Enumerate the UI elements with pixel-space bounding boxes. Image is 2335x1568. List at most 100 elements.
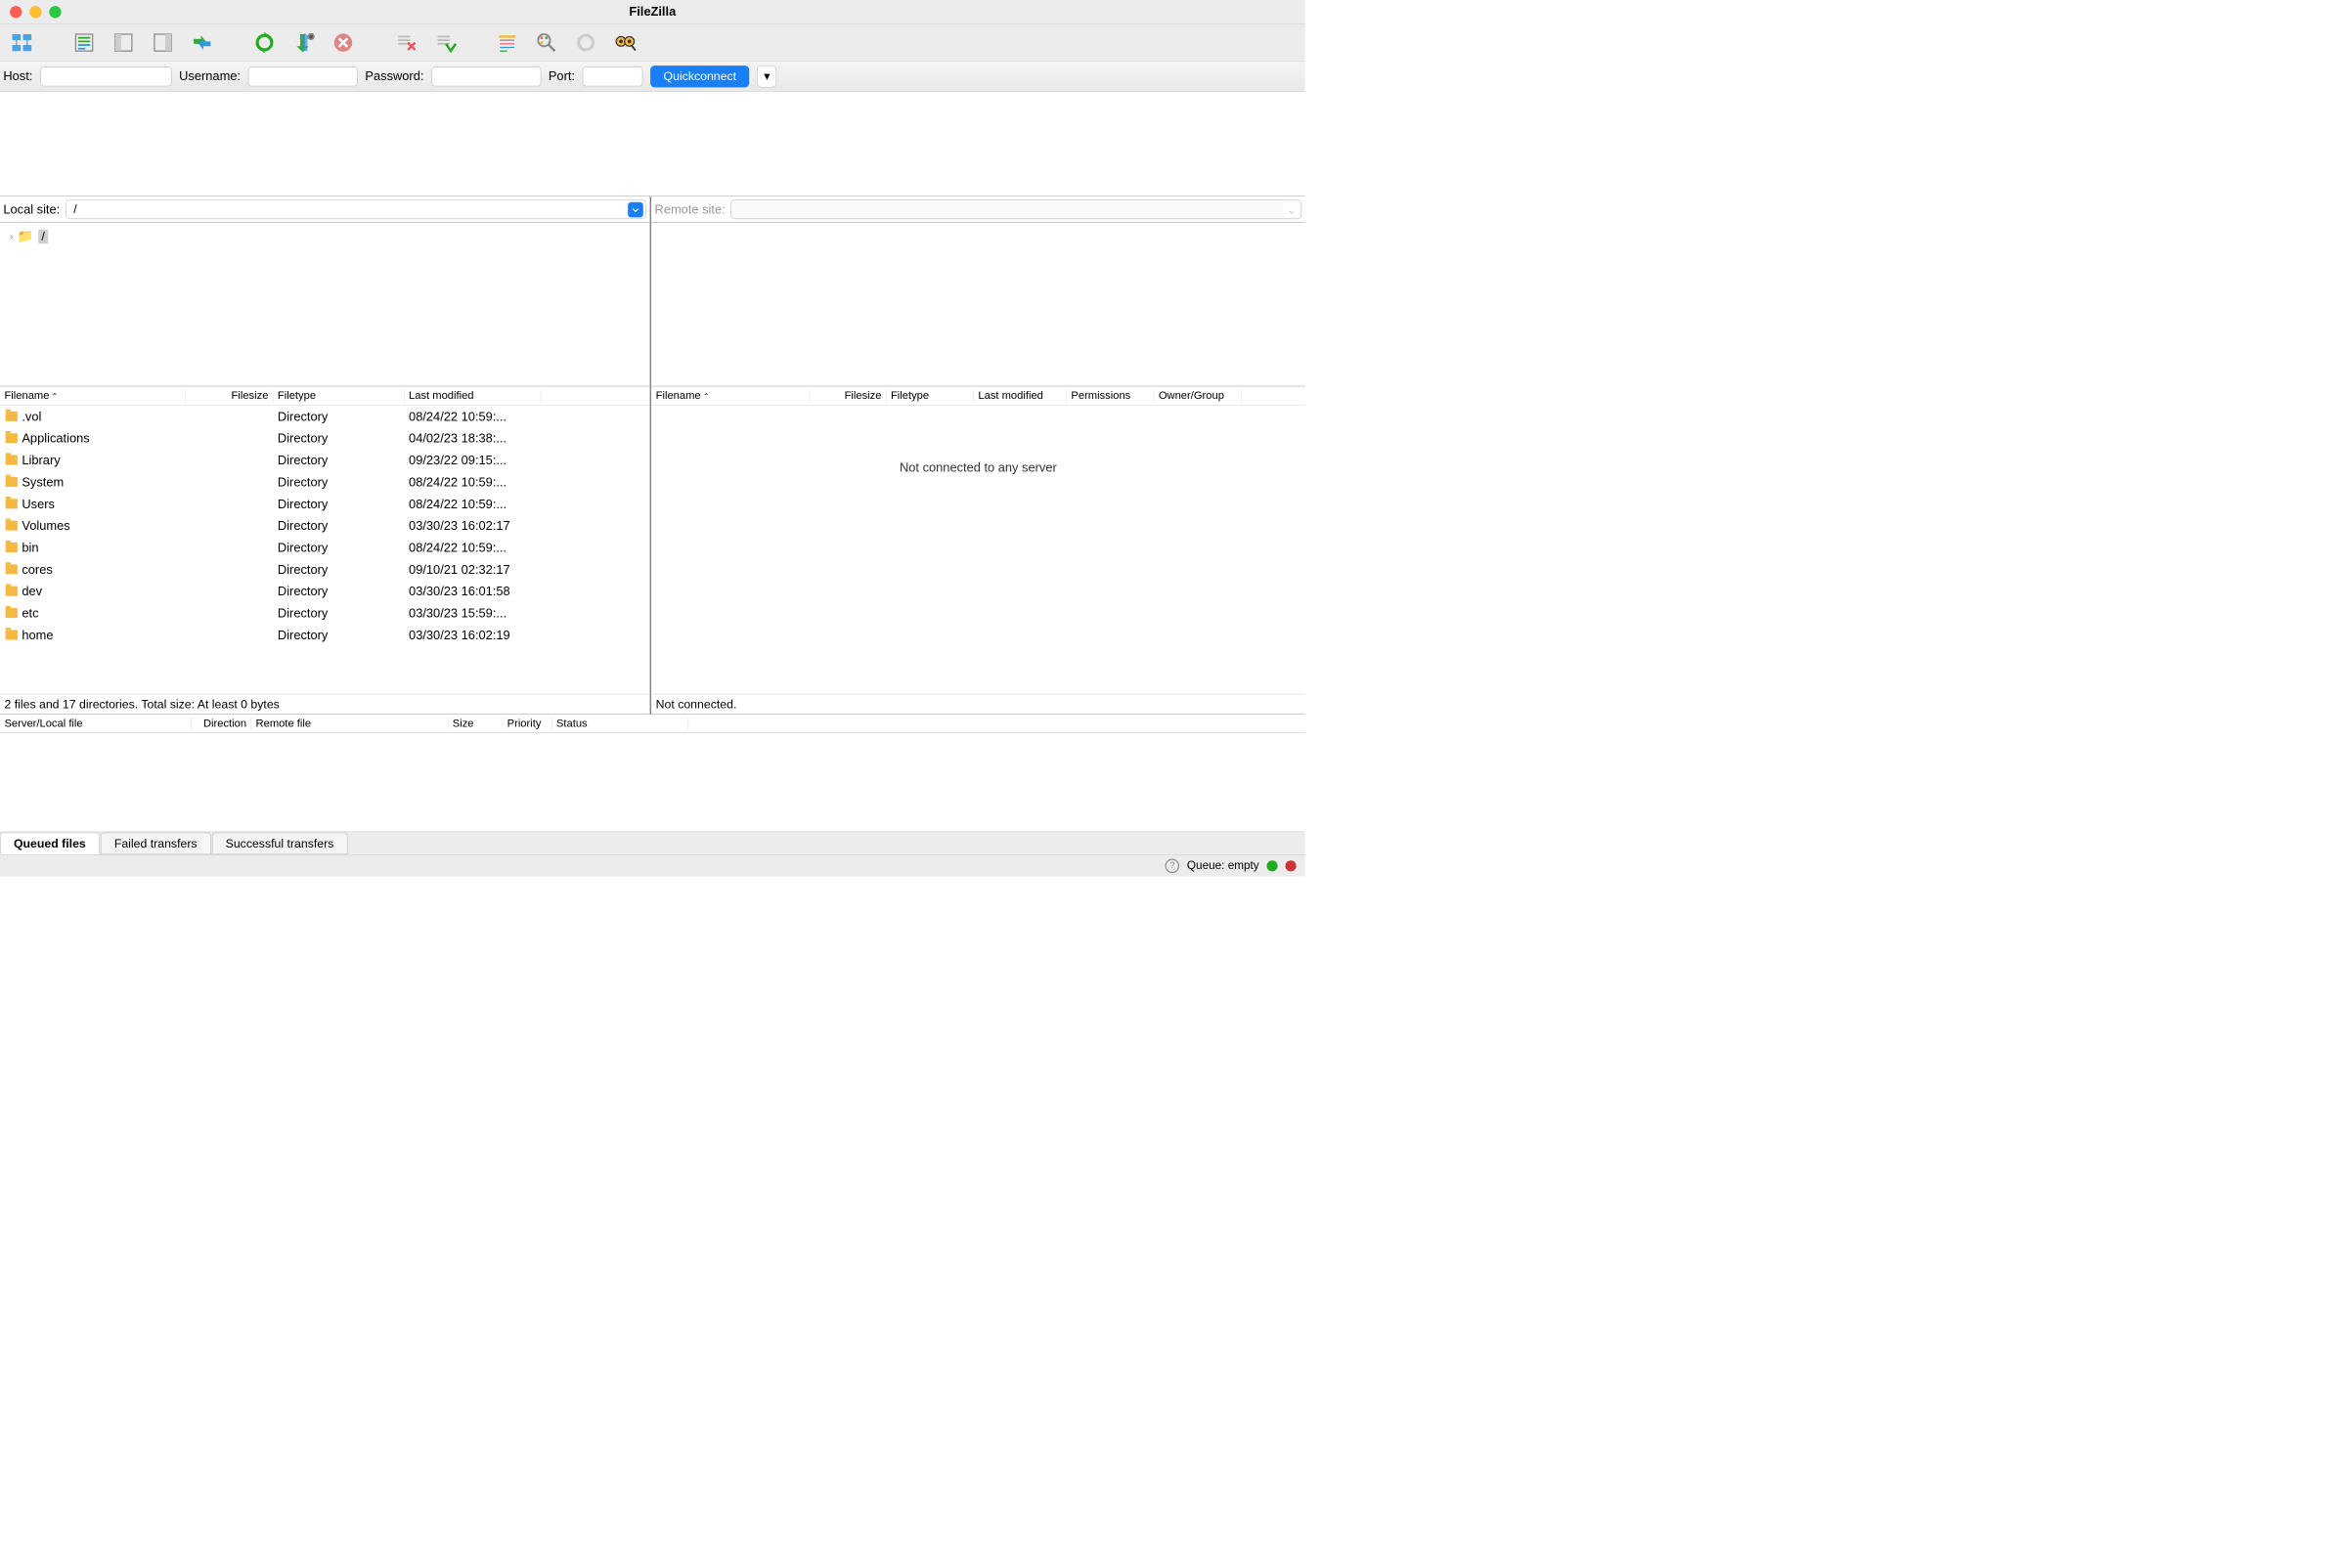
file-row[interactable]: SystemDirectory08/24/22 10:59:...	[0, 471, 649, 493]
file-name: Users	[22, 497, 55, 511]
folder-icon	[6, 587, 18, 596]
column-header-size[interactable]: Size	[448, 718, 503, 730]
remote-status: Not connected.	[651, 694, 1304, 715]
file-row[interactable]: etcDirectory03/30/23 15:59:...	[0, 602, 649, 624]
folder-icon	[6, 412, 18, 421]
username-label: Username:	[179, 68, 241, 83]
remote-pane: Remote site: ⌄ Filename⌃FilesizeFiletype…	[651, 196, 1304, 715]
file-name: System	[22, 474, 64, 489]
username-input[interactable]	[248, 66, 358, 86]
message-log[interactable]	[0, 92, 1305, 196]
column-header-permissions[interactable]: Permissions	[1067, 389, 1154, 402]
file-type: Directory	[273, 453, 404, 467]
file-name: Volumes	[22, 518, 69, 533]
toggle-queue-button[interactable]	[186, 28, 219, 56]
help-icon[interactable]: ?	[1166, 858, 1180, 873]
column-header-remote-file[interactable]: Remote file	[251, 718, 448, 730]
sync-browse-button[interactable]	[569, 28, 602, 56]
column-header-filename[interactable]: Filename⌃	[651, 389, 810, 402]
tab-queued-files[interactable]: Queued files	[0, 833, 100, 854]
queue-status-label: Queue: empty	[1187, 859, 1259, 872]
file-row[interactable]: coresDirectory09/10/21 02:32:17	[0, 558, 649, 580]
local-path-row: Local site: /	[0, 196, 649, 223]
column-header-filetype[interactable]: Filetype	[273, 389, 404, 402]
host-input[interactable]	[40, 66, 171, 86]
tab-successful-transfers[interactable]: Successful transfers	[212, 833, 348, 854]
file-name: Applications	[22, 431, 89, 446]
local-list-header: Filename⌃FilesizeFiletypeLast modified	[0, 387, 649, 406]
toggle-local-tree-button[interactable]	[108, 28, 141, 56]
port-label: Port:	[549, 68, 575, 83]
column-header-last-modified[interactable]: Last modified	[974, 389, 1067, 402]
search-button[interactable]	[609, 28, 642, 56]
file-modified: 09/23/22 09:15:...	[405, 453, 542, 467]
local-file-list[interactable]: .volDirectory08/24/22 10:59:...Applicati…	[0, 406, 649, 694]
file-row[interactable]: home Directory03/30/23 16:02:19	[0, 624, 649, 645]
file-row[interactable]: LibraryDirectory09/23/22 09:15:...	[0, 449, 649, 470]
toggle-log-button[interactable]	[67, 28, 101, 56]
file-row[interactable]: UsersDirectory08/24/22 10:59:...	[0, 493, 649, 514]
file-row[interactable]: VolumesDirectory03/30/23 16:02:17	[0, 514, 649, 536]
reconnect-button[interactable]	[428, 28, 462, 56]
local-tree[interactable]: › 📁 /	[0, 223, 649, 387]
file-modified: 03/30/23 16:02:17	[405, 518, 542, 533]
process-queue-button[interactable]	[287, 28, 321, 56]
file-row[interactable]: .volDirectory08/24/22 10:59:...	[0, 406, 649, 427]
minimize-window-icon[interactable]	[29, 6, 41, 18]
file-row[interactable]: ApplicationsDirectory04/02/23 18:38:...	[0, 427, 649, 449]
file-name: home	[22, 628, 53, 642]
app-window: FileZilla Host: Username: Password: Port…	[0, 0, 1305, 876]
folder-icon	[6, 433, 18, 443]
column-header-server-local-file[interactable]: Server/Local file	[0, 718, 192, 730]
quickconnect-bar: Host: Username: Password: Port: Quickcon…	[0, 62, 1305, 92]
column-header-filesize[interactable]: Filesize	[186, 389, 273, 402]
status-indicator-red-icon	[1285, 860, 1296, 871]
site-manager-button[interactable]	[6, 28, 39, 56]
file-type: Directory	[273, 562, 404, 577]
file-row[interactable]: binDirectory08/24/22 10:59:...	[0, 537, 649, 558]
remote-path-input: ⌄	[730, 199, 1301, 219]
port-input[interactable]	[583, 66, 642, 86]
disclosure-icon[interactable]: ›	[10, 231, 13, 242]
close-window-icon[interactable]	[10, 6, 22, 18]
queue-body[interactable]	[0, 733, 1305, 832]
maximize-window-icon[interactable]	[49, 6, 61, 18]
local-status: 2 files and 17 directories. Total size: …	[0, 694, 649, 715]
file-modified: 03/30/23 16:02:19	[405, 628, 542, 642]
column-header-filesize[interactable]: Filesize	[810, 389, 886, 402]
directory-compare-button[interactable]	[530, 28, 563, 56]
column-header-filetype[interactable]: Filetype	[886, 389, 973, 402]
tab-failed-transfers[interactable]: Failed transfers	[101, 833, 211, 854]
folder-icon	[6, 521, 18, 531]
column-header-priority[interactable]: Priority	[503, 718, 551, 730]
file-name: etc	[22, 606, 38, 621]
column-header-filename[interactable]: Filename⌃	[0, 389, 186, 402]
refresh-button[interactable]	[248, 28, 282, 56]
tree-root-label: /	[38, 229, 48, 243]
local-path-input[interactable]: /	[66, 199, 646, 219]
file-row[interactable]: devDirectory03/30/23 16:01:58	[0, 581, 649, 602]
column-header-last-modified[interactable]: Last modified	[405, 389, 542, 402]
local-path-dropdown-icon[interactable]	[628, 202, 643, 218]
column-header-owner-group[interactable]: Owner/Group	[1154, 389, 1241, 402]
titlebar: FileZilla	[0, 0, 1305, 24]
quickconnect-button[interactable]: Quickconnect	[650, 65, 749, 87]
password-input[interactable]	[431, 66, 541, 86]
file-name: cores	[22, 562, 52, 577]
file-type: Directory	[273, 628, 404, 642]
file-name: bin	[22, 540, 38, 554]
local-pane: Local site: / › 📁 / Filename⌃FilesizeFil…	[0, 196, 651, 715]
cancel-button[interactable]	[327, 28, 360, 56]
column-header-direction[interactable]: Direction	[192, 718, 251, 730]
column-header-status[interactable]: Status	[551, 718, 688, 730]
filter-button[interactable]	[491, 28, 524, 56]
tree-root-row[interactable]: › 📁 /	[10, 229, 639, 244]
disconnect-button[interactable]	[389, 28, 422, 56]
folder-icon	[6, 477, 18, 487]
file-type: Directory	[273, 474, 404, 489]
quickconnect-history-dropdown[interactable]: ▾	[757, 65, 776, 87]
toolbar	[0, 24, 1305, 62]
queue-header: Server/Local fileDirectionRemote fileSiz…	[0, 715, 1305, 733]
toggle-remote-tree-button[interactable]	[147, 28, 180, 56]
file-type: Directory	[273, 540, 404, 554]
